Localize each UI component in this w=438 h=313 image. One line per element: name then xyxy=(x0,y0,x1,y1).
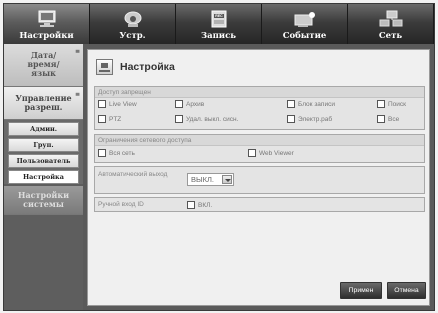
event-icon xyxy=(292,10,318,28)
checkbox[interactable] xyxy=(287,115,295,123)
option-archive[interactable]: Архив xyxy=(175,100,204,108)
option-whole-network[interactable]: Вся сеть xyxy=(98,149,135,157)
option-label: PTZ xyxy=(109,115,122,123)
expand-marker-icon: ≡ xyxy=(74,91,80,98)
manual-login-label: Ручной вход ID xyxy=(98,201,144,208)
top-tab-bar: Настройки Устр. REC Запись Событие Сеть xyxy=(4,4,434,44)
option-label: Архив xyxy=(186,100,205,108)
sidebar-subitem-admin[interactable]: Админ. xyxy=(8,122,79,136)
option-live-view[interactable]: Live View xyxy=(98,100,137,108)
checkbox[interactable] xyxy=(175,100,183,108)
option-web-viewer[interactable]: Web Viewer xyxy=(248,149,294,157)
manual-login-row: Ручной вход ID ВКЛ. xyxy=(94,197,425,212)
settings-icon xyxy=(96,59,113,75)
checkbox[interactable] xyxy=(287,100,295,108)
expand-marker-icon: ≡ xyxy=(74,48,80,55)
option-label: Web Viewer xyxy=(259,149,294,157)
checkbox[interactable] xyxy=(98,115,106,123)
option-search[interactable]: Поиск xyxy=(377,100,406,108)
tab-label: Устр. xyxy=(119,31,146,41)
checkbox[interactable] xyxy=(187,201,195,209)
manual-login-toggle[interactable]: ВКЛ. xyxy=(187,201,212,209)
sidebar: ≡ Дата/ время/ язык ≡ Управление разреш.… xyxy=(4,44,83,310)
sidebar-item-date-time-language[interactable]: ≡ Дата/ время/ язык xyxy=(4,44,83,87)
tab-label: Запись xyxy=(200,31,237,41)
sidebar-subitem-user[interactable]: Пользователь xyxy=(8,154,79,168)
checkbox[interactable] xyxy=(98,100,106,108)
tab-record[interactable]: REC Запись xyxy=(176,4,262,44)
auto-logout-label: Автоматический выход xyxy=(98,171,168,178)
sidebar-subitem-group[interactable]: Груп. xyxy=(8,138,79,152)
chevron-down-icon[interactable] xyxy=(222,175,232,184)
svg-text:REC: REC xyxy=(215,14,223,18)
sidebar-item-label: Настройки системы xyxy=(17,190,70,209)
option-remote-alarm-off[interactable]: Удал. выкл. сиcн. xyxy=(175,115,238,123)
dvr-window: Настройки Устр. REC Запись Событие Сеть xyxy=(3,3,435,311)
option-e-work[interactable]: Электр.раб xyxy=(287,115,332,123)
checkbox[interactable] xyxy=(377,115,385,123)
camera-icon xyxy=(120,10,146,28)
sidebar-item-label: Управление разреш. xyxy=(15,93,72,112)
sidebar-item-permissions[interactable]: ≡ Управление разреш. xyxy=(4,87,83,120)
sidebar-subitem-setup[interactable]: Настройка xyxy=(8,170,79,184)
option-label: Электр.раб xyxy=(298,115,333,123)
tab-network[interactable]: Сеть xyxy=(348,4,434,44)
sidebar-item-system-settings[interactable]: Настройки системы xyxy=(4,186,83,215)
option-label: Live View xyxy=(109,100,137,108)
panel-header: Настройка xyxy=(96,58,175,76)
sidebar-item-label: Дата/ время/ язык xyxy=(27,50,60,78)
auto-logout-select[interactable]: ВЫКЛ. xyxy=(187,173,234,186)
option-label: Поиск xyxy=(388,100,407,108)
auto-logout-row: Автоматический выход ВЫКЛ. xyxy=(94,166,425,194)
tab-label: Событие xyxy=(282,31,327,41)
option-label: ВКЛ. xyxy=(198,201,213,209)
cancel-button[interactable]: Отмена xyxy=(387,282,426,299)
option-all[interactable]: Все xyxy=(377,115,399,123)
apply-button[interactable]: Примен xyxy=(340,282,382,299)
group-header: Доступ запрещен xyxy=(95,87,424,98)
tab-label: Сеть xyxy=(378,31,403,41)
checkbox[interactable] xyxy=(248,149,256,157)
checkbox[interactable] xyxy=(377,100,385,108)
tab-event[interactable]: Событие xyxy=(262,4,348,44)
access-denied-group: Доступ запрещен Live View Архив Блок зап… xyxy=(94,86,425,130)
option-label: Все xyxy=(388,115,400,123)
group-header: Ограничения сетевого доступа xyxy=(95,135,424,146)
option-label: Удал. выкл. сиcн. xyxy=(186,115,239,123)
option-record-lock[interactable]: Блок записи xyxy=(287,100,335,108)
tab-settings[interactable]: Настройки xyxy=(4,4,90,44)
network-icon xyxy=(378,10,404,28)
option-label: Вся сеть xyxy=(109,149,135,157)
checkbox[interactable] xyxy=(98,149,106,157)
checkbox[interactable] xyxy=(175,115,183,123)
option-label: Блок записи xyxy=(298,100,335,108)
record-icon: REC xyxy=(206,10,232,28)
permissions-submenu: Админ. Груп. Пользователь Настройка xyxy=(4,120,83,184)
network-restriction-group: Ограничения сетевого доступа Вся сеть We… xyxy=(94,134,425,163)
settings-monitor-icon xyxy=(34,10,60,28)
auto-logout-value: ВЫКЛ. xyxy=(191,175,215,184)
tab-label: Настройки xyxy=(19,31,74,41)
settings-panel: Настройка Доступ запрещен Live View Архи… xyxy=(87,49,430,306)
tab-device[interactable]: Устр. xyxy=(90,4,176,44)
page-title: Настройка xyxy=(120,61,175,73)
option-ptz[interactable]: PTZ xyxy=(98,115,121,123)
